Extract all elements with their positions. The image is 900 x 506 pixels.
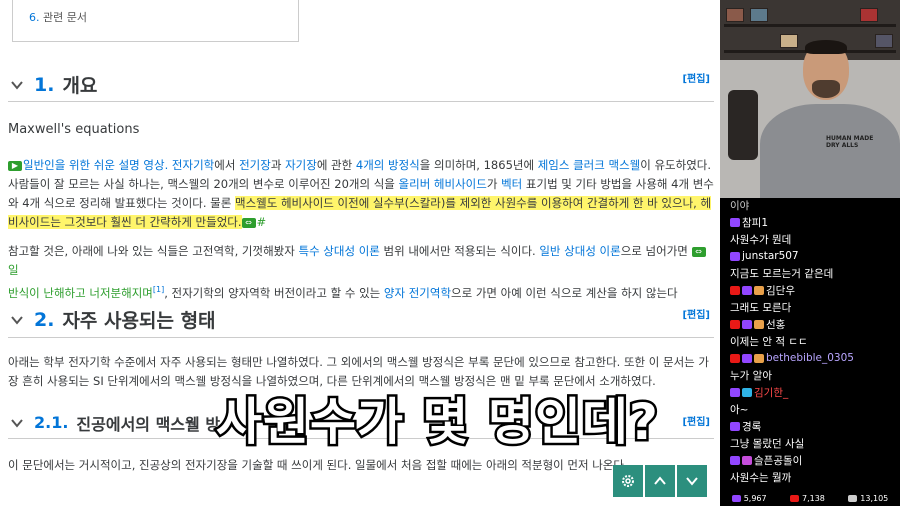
chat-username[interactable]: 슬픈공돌이 <box>754 453 802 468</box>
webcam-feed: HUMAN MADE DRY ALLS <box>720 0 900 198</box>
streamer-body <box>760 104 900 198</box>
section-title: 진공에서의 맥스웰 방 <box>76 414 221 434</box>
overview-paragraph: ▶ 일반인을 위한 쉬운 설명 영상. 전자기학에서 전기장과 자기장에 관한 4… <box>8 158 714 229</box>
chat-text: 사원수가 뭔데 <box>730 234 792 246</box>
chat-message: 참피1 사원수가 뭔데 <box>730 215 896 247</box>
chair <box>728 90 758 160</box>
settings-button[interactable] <box>613 465 643 497</box>
chevron-up-icon <box>654 476 666 485</box>
chat-message: 슬픈공돌이 사원수는 뭘까 <box>730 453 896 485</box>
chat-message-partial: 이야 <box>730 200 750 212</box>
section-heading-common-forms[interactable]: 2. 자주 사용되는 형태 [편집] <box>8 302 714 338</box>
edit-link[interactable]: [편집] <box>682 306 710 321</box>
table-of-contents: 6. 관련 문서 <box>12 0 299 42</box>
link-icon: ⇔ <box>241 217 256 228</box>
chat-badge-icon <box>730 285 740 295</box>
chat-message: 김단우 그래도 모른다 <box>730 283 896 315</box>
chat-text: 그래도 모른다 <box>730 302 792 314</box>
chat-message: junstar507 지금도 모르는거 같은데 <box>730 249 896 281</box>
section-number: 2. <box>34 308 55 331</box>
heart-icon <box>789 494 799 502</box>
chat-text: 누가 알아 <box>730 370 772 382</box>
link-magnetic-field[interactable]: 자기장 <box>285 158 317 172</box>
gift-icon <box>754 285 764 295</box>
scroll-down-button[interactable] <box>677 465 707 497</box>
note-paragraph: 참고할 것은, 아래에 나와 있는 식들은 고전역학, 기껏해봤자 특수 상대성… <box>8 242 714 303</box>
link-vector[interactable]: 벡터 <box>501 177 522 191</box>
link-heaviside[interactable]: 올리버 헤비사이드 <box>399 177 487 191</box>
chat-message: 선홍 이제는 안 적 ㄷㄷ <box>730 317 896 349</box>
floating-controls <box>613 465 707 497</box>
vacuum-paragraph: 이 문단에서는 거시적이고, 진공상의 전자기장을 기술할 때 쓰이게 된다. … <box>8 458 628 472</box>
chat-username[interactable]: 김기한_ <box>754 385 788 400</box>
gift-icon <box>754 319 764 329</box>
chat-badge-icon <box>730 319 740 329</box>
chat-message: bethebible_0305 누가 알아 <box>730 351 896 383</box>
chat-username[interactable]: 경록 <box>742 419 761 434</box>
highlighted-text: 맥스웰도 헤비사이드 이전에 실수부(스칼라)를 제외한 사원수를 이용하여 간… <box>235 196 712 210</box>
chat-panel: 이야 참피1 사원수가 뭔데 junstar507 지금도 모르는거 같은데 김… <box>720 198 900 490</box>
chat-badge-icon <box>730 251 740 261</box>
section-number: 2.1. <box>34 413 69 432</box>
chat-badge-icon <box>730 353 740 363</box>
footnote-1[interactable]: [1] <box>153 285 164 294</box>
chat-text: 지금도 모르는거 같은데 <box>730 268 834 280</box>
follower-count: 13,105 <box>848 494 888 503</box>
stream-stats-bar: 5,967 7,138 13,105 <box>720 490 900 506</box>
link-special-relativity[interactable]: 특수 상대성 이론 <box>298 244 379 258</box>
toc-item-related-docs[interactable]: 6. 관련 문서 <box>29 9 87 25</box>
section-number: 1. <box>34 73 55 96</box>
chat-username[interactable]: 참피1 <box>742 215 768 230</box>
link-general-relativity[interactable]: 일반 상대성 이론 <box>539 244 620 258</box>
viewer-count: 5,967 <box>731 494 767 503</box>
chat-badge-icon <box>730 455 740 465</box>
section-heading-overview[interactable]: 1. 개요 [편집] <box>8 68 714 102</box>
link-electromagnetism[interactable]: 전자기학 <box>172 158 214 172</box>
chat-text: 아~ <box>730 404 749 416</box>
chevron-down-icon[interactable] <box>8 414 26 432</box>
gift-icon <box>754 353 764 363</box>
person-icon <box>848 494 858 502</box>
link-icon: ⇔ <box>691 246 706 257</box>
chat-username[interactable]: bethebible_0305 <box>766 352 854 364</box>
chat-text: 이제는 안 적 ㄷㄷ <box>730 336 808 348</box>
viewer-icon <box>731 494 741 502</box>
video-link[interactable]: 일반인을 위한 쉬운 설명 영상. <box>23 158 168 172</box>
anchor-link[interactable]: # <box>257 215 267 229</box>
edit-link[interactable]: [편집] <box>682 413 710 428</box>
gear-icon <box>622 475 634 487</box>
chat-username[interactable]: 선홍 <box>766 317 785 332</box>
link-general-form[interactable]: 반식이 난해하고 너저분해지며 <box>8 286 153 300</box>
link-four-equations[interactable]: 4개의 방정식 <box>356 158 420 172</box>
video-icon: ▶ <box>8 160 22 171</box>
equations-title: Maxwell's equations <box>8 122 140 137</box>
section-title: 개요 <box>62 75 98 97</box>
edit-link[interactable]: [편집] <box>682 70 710 85</box>
video-subtitle: 사원수가 몇 명인데? <box>214 391 661 454</box>
chat-text: 사원수는 뭘까 <box>730 472 792 484</box>
link-maxwell[interactable]: 제임스 클러크 맥스웰 <box>538 158 641 172</box>
chevron-down-icon[interactable] <box>8 76 26 94</box>
highlighted-text: 비사이드는 그것보다 훨씬 더 간략하게 만들었다. <box>8 215 242 229</box>
chevron-down-icon[interactable] <box>8 311 26 329</box>
shirt-print: HUMAN MADE DRY ALLS <box>826 135 874 149</box>
link-electric-field[interactable]: 전기장 <box>239 158 271 172</box>
link-qed[interactable]: 양자 전기역학 <box>384 286 451 300</box>
star-icon <box>742 455 752 465</box>
like-count: 7,138 <box>789 494 825 503</box>
chat-badge-icon <box>730 217 740 227</box>
chat-username[interactable]: 김단우 <box>766 283 795 298</box>
chevron-down-icon <box>686 477 698 486</box>
scroll-up-button[interactable] <box>645 465 675 497</box>
chat-text: 그냥 몰랐던 사실 <box>730 438 805 450</box>
section-title: 자주 사용되는 형태 <box>62 310 216 332</box>
chat-message: 경록 그냥 몰랐던 사실 <box>730 419 896 451</box>
chat-badge-icon <box>730 387 740 397</box>
chat-badge-icon <box>730 421 740 431</box>
chat-username[interactable]: junstar507 <box>742 250 799 262</box>
chat-message: 김기한_ 아~ <box>730 385 896 417</box>
